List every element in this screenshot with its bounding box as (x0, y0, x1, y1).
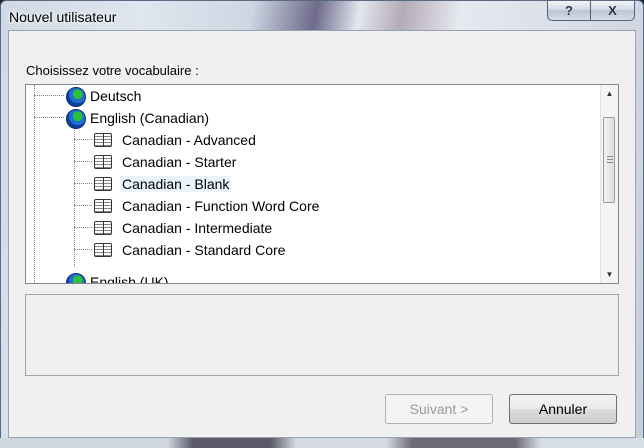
tree-item-canadian-standard-core[interactable]: Canadian - Standard Core (94, 239, 287, 261)
grip-line (607, 159, 613, 160)
vocabulary-tree[interactable]: Deutsch English (Canadian) Canadian - Ad… (25, 84, 619, 284)
tree-connector (34, 117, 64, 118)
tree-item-label: Canadian - Starter (122, 154, 237, 170)
tree-connector (74, 227, 92, 228)
scrollbar-thumb[interactable] (603, 117, 615, 203)
book-icon (94, 199, 112, 213)
tree-item-canadian-starter[interactable]: Canadian - Starter (94, 151, 238, 173)
globe-icon (66, 109, 86, 129)
tree-item-label: Deutsch (90, 88, 142, 104)
book-icon (94, 243, 112, 257)
book-icon (94, 177, 112, 191)
tree-connector (74, 125, 75, 267)
tree-item-label: Canadian - Advanced (122, 132, 256, 148)
help-button[interactable]: ? (547, 1, 591, 21)
globe-icon (66, 273, 86, 283)
tree-connector (74, 161, 92, 162)
window-title: Nouvel utilisateur (9, 9, 117, 25)
tree-connector (74, 183, 92, 184)
tree-item-canadian-intermediate[interactable]: Canadian - Intermediate (94, 217, 274, 239)
tree-item-label: English (Canadian) (90, 110, 210, 126)
tree-item-english-canadian[interactable]: English (Canadian) (66, 107, 211, 129)
tree-connector (74, 249, 92, 250)
tree-item-label: Canadian - Blank (120, 176, 232, 192)
tree-item-label: Canadian - Intermediate (122, 220, 273, 236)
tree-connector (34, 95, 64, 96)
close-icon: X (608, 3, 617, 18)
tree-item-canadian-advanced[interactable]: Canadian - Advanced (94, 129, 258, 151)
close-button[interactable]: X (591, 1, 635, 21)
tree-item-canadian-function-word-core[interactable]: Canadian - Function Word Core (94, 195, 321, 217)
desktop-background-strip (0, 438, 644, 448)
tree-connector (34, 85, 35, 283)
tree-item-label: English (UK) (90, 274, 169, 284)
next-button[interactable]: Suivant > (385, 394, 493, 424)
globe-icon (66, 87, 86, 107)
tree-item-label: Canadian - Standard Core (122, 242, 286, 258)
tree-item-deutsch[interactable]: Deutsch (66, 85, 143, 107)
cancel-button[interactable]: Annuler (509, 394, 617, 424)
book-icon (94, 155, 112, 169)
book-icon (94, 133, 112, 147)
help-icon: ? (565, 3, 573, 18)
scroll-down-arrow-icon[interactable]: ▼ (601, 266, 618, 283)
tree-item-canadian-blank[interactable]: Canadian - Blank (94, 173, 232, 195)
vocabulary-prompt-label: Choisissez votre vocabulaire : (26, 63, 199, 78)
book-icon (94, 221, 112, 235)
tree-connector (74, 139, 92, 140)
tree-vertical-scrollbar[interactable]: ▲ ▼ (600, 85, 618, 283)
grip-line (607, 162, 613, 163)
tree-item-label: Canadian - Function Word Core (122, 198, 320, 214)
description-panel (25, 294, 619, 376)
tree-item-english-uk[interactable]: English (UK) (66, 271, 171, 284)
grip-line (607, 156, 613, 157)
scroll-up-arrow-icon[interactable]: ▲ (601, 85, 618, 102)
tree-connector (74, 205, 92, 206)
caption-buttons: ? X (547, 1, 635, 23)
